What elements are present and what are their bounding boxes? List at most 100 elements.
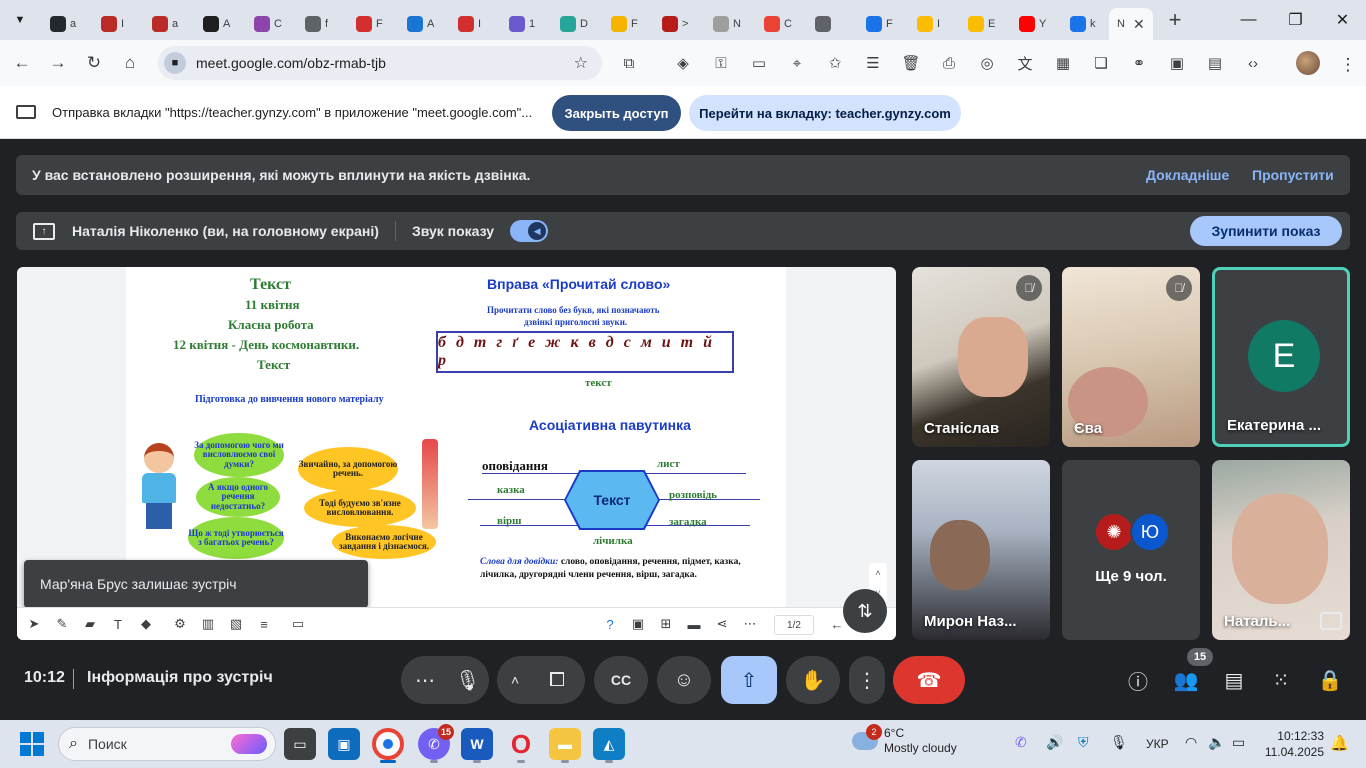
table-icon[interactable]: ▤ bbox=[1196, 45, 1234, 81]
new-tab-button[interactable]: + bbox=[1161, 6, 1189, 34]
browser-tab[interactable]: C bbox=[752, 8, 803, 40]
participant-tile-1[interactable]: 🎙̸ Станіслав bbox=[912, 267, 1050, 447]
chat-icon[interactable]: ▤ bbox=[1219, 665, 1249, 695]
stop-presenting-button[interactable]: Зупинити показ bbox=[1190, 216, 1342, 246]
microphone-icon[interactable]: 🎙 bbox=[455, 668, 480, 693]
browser-tab[interactable]: N bbox=[701, 8, 752, 40]
file-explorer-icon[interactable]: ▬ bbox=[549, 728, 581, 760]
viber-icon[interactable]: ✆ 15 bbox=[418, 724, 454, 760]
browser-tab[interactable]: E bbox=[956, 8, 1007, 40]
incognito-icon[interactable]: ◈ bbox=[664, 45, 702, 81]
browser-tab[interactable]: k bbox=[1058, 8, 1109, 40]
info-icon[interactable]: ⓘ bbox=[1123, 665, 1153, 695]
word-icon[interactable]: W bbox=[461, 728, 493, 760]
participant-tile-6[interactable]: Наталь... bbox=[1212, 460, 1350, 640]
participant-tile-3[interactable]: E Екатерина ... bbox=[1212, 267, 1350, 447]
back-icon[interactable]: ← bbox=[4, 45, 40, 81]
security-icon[interactable]: ⛨ bbox=[1078, 734, 1089, 751]
share-icon[interactable]: ⋖ bbox=[708, 610, 736, 638]
bookmark-star-icon[interactable]: ☆ bbox=[574, 53, 588, 73]
star-list-icon[interactable]: ✩ bbox=[816, 45, 854, 81]
save-icon[interactable]: ▣ bbox=[624, 610, 652, 638]
stop-sharing-button[interactable]: Закрыть доступ bbox=[552, 95, 681, 131]
camera-icon[interactable]: ■ bbox=[164, 52, 186, 74]
profile-avatar[interactable] bbox=[1296, 51, 1320, 75]
extensions-icon[interactable]: ⧉ bbox=[610, 45, 648, 81]
leave-call-button[interactable]: ☎ bbox=[893, 656, 965, 704]
reading-mode-icon[interactable]: ❏ bbox=[1082, 45, 1120, 81]
address-bar[interactable]: ■ meet.google.com/obz-rmab-tjb ☆ bbox=[158, 46, 602, 80]
help-icon[interactable]: ? bbox=[596, 610, 624, 638]
code-icon[interactable]: ‹› bbox=[1234, 45, 1272, 81]
page-indicator[interactable]: 1/2 bbox=[774, 615, 814, 635]
camera-icon[interactable]: ⧠ bbox=[549, 669, 565, 692]
qr-code-icon[interactable]: ▦ bbox=[1044, 45, 1082, 81]
browser-tab[interactable]: I bbox=[89, 8, 140, 40]
notification-bell-icon[interactable]: 🔔 bbox=[1330, 734, 1349, 752]
opera-icon[interactable]: O bbox=[505, 728, 537, 760]
switch-to-tab-button[interactable]: Перейти на вкладку: teacher.gynzy.com bbox=[689, 95, 961, 131]
browser-tab[interactable]: F bbox=[344, 8, 395, 40]
weather-widget[interactable]: 2 6°C Mostly cloudy bbox=[852, 724, 957, 756]
close-window-icon[interactable]: ✕ bbox=[1319, 0, 1366, 40]
speaker-tray-icon[interactable]: 🔊 bbox=[1046, 734, 1063, 751]
browser-tab[interactable]: I bbox=[446, 8, 497, 40]
screen-icon[interactable]: ▭ bbox=[284, 610, 312, 638]
dismiss-link[interactable]: Пропустити bbox=[1252, 167, 1334, 183]
viber-tray-icon[interactable]: ✆ bbox=[1015, 734, 1027, 751]
link-icon[interactable]: ⚭ bbox=[1120, 45, 1158, 81]
media-icon[interactable]: ▧ bbox=[222, 610, 250, 638]
swap-layout-button[interactable]: ⇅ bbox=[843, 589, 887, 633]
reload-icon[interactable]: ↻ bbox=[76, 45, 112, 81]
browser-tab[interactable]: D bbox=[548, 8, 599, 40]
close-tab-icon[interactable]: ✕ bbox=[1133, 16, 1145, 33]
browser-tab[interactable]: F bbox=[854, 8, 905, 40]
reading-list-icon[interactable]: ☰ bbox=[854, 45, 892, 81]
browser-tab[interactable]: a bbox=[140, 8, 191, 40]
pointer-icon[interactable]: ➤ bbox=[20, 610, 48, 638]
more-options-button[interactable]: ⋮ bbox=[849, 656, 885, 704]
system-clock[interactable]: 10:12:33 11.04.2025 bbox=[1262, 728, 1324, 760]
chrome-menu-icon[interactable]: ⋮ bbox=[1330, 47, 1366, 83]
trash-icon[interactable]: 🗑 bbox=[892, 45, 930, 81]
home-icon[interactable]: ⌂ bbox=[112, 45, 148, 81]
learn-more-link[interactable]: Докладніше bbox=[1146, 167, 1229, 183]
present-button[interactable]: ⇧ bbox=[721, 656, 777, 704]
browser-tab[interactable]: a bbox=[38, 8, 89, 40]
browser-tab[interactable]: 1 bbox=[497, 8, 548, 40]
volume-icon[interactable]: 🔈 bbox=[1208, 734, 1225, 751]
reactions-button[interactable]: ☺ bbox=[657, 656, 711, 704]
battery-icon[interactable]: ▭ bbox=[1232, 734, 1245, 751]
cast-icon[interactable]: ▣ bbox=[1158, 45, 1196, 81]
eraser-icon[interactable]: ▰ bbox=[76, 610, 104, 638]
raise-hand-button[interactable]: ✋ bbox=[786, 656, 840, 704]
browser-tab[interactable]: A bbox=[395, 8, 446, 40]
text-icon[interactable]: T bbox=[104, 610, 132, 638]
key-icon[interactable]: ⚿ bbox=[702, 45, 740, 81]
translate-icon[interactable]: 文 bbox=[1006, 45, 1044, 81]
tab-search-icon[interactable]: ▼ bbox=[6, 6, 34, 34]
microphone-tray-icon[interactable]: 🎙 bbox=[1110, 734, 1128, 751]
tools-icon[interactable]: ⚙ bbox=[166, 610, 194, 638]
participant-tile-2[interactable]: 🎙̸ Єва bbox=[1062, 267, 1200, 447]
print-icon[interactable]: ⎙ bbox=[930, 45, 968, 81]
browser-tab[interactable]: I bbox=[905, 8, 956, 40]
store-icon[interactable]: ▣ bbox=[328, 728, 360, 760]
activities-icon[interactable]: ⁙ bbox=[1266, 665, 1296, 695]
more-participants-tile[interactable]: ✺ Ю Ще 9 чол. bbox=[1062, 460, 1200, 640]
minimize-icon[interactable]: — bbox=[1225, 0, 1272, 40]
tab-active-meet[interactable]: N ✕ bbox=[1109, 8, 1153, 40]
chrome-icon[interactable] bbox=[372, 728, 404, 760]
location-icon[interactable]: ⌖ bbox=[778, 45, 816, 81]
browser-tab[interactable] bbox=[803, 8, 854, 40]
host-controls-icon[interactable]: 🔒 bbox=[1315, 665, 1345, 695]
participant-tile-4[interactable]: Мирон Наз... bbox=[912, 460, 1050, 640]
browser-tab[interactable]: F bbox=[599, 8, 650, 40]
pencil-icon[interactable]: ✎ bbox=[48, 610, 76, 638]
more-icon[interactable]: ⋯ bbox=[736, 610, 764, 638]
restore-icon[interactable]: ❐ bbox=[1272, 0, 1319, 40]
photos-icon[interactable]: ◭ bbox=[593, 728, 625, 760]
library-icon[interactable]: ▥ bbox=[194, 610, 222, 638]
chevron-up-icon[interactable]: ˄ bbox=[875, 568, 880, 578]
task-view-icon[interactable]: ▭ bbox=[284, 728, 316, 760]
